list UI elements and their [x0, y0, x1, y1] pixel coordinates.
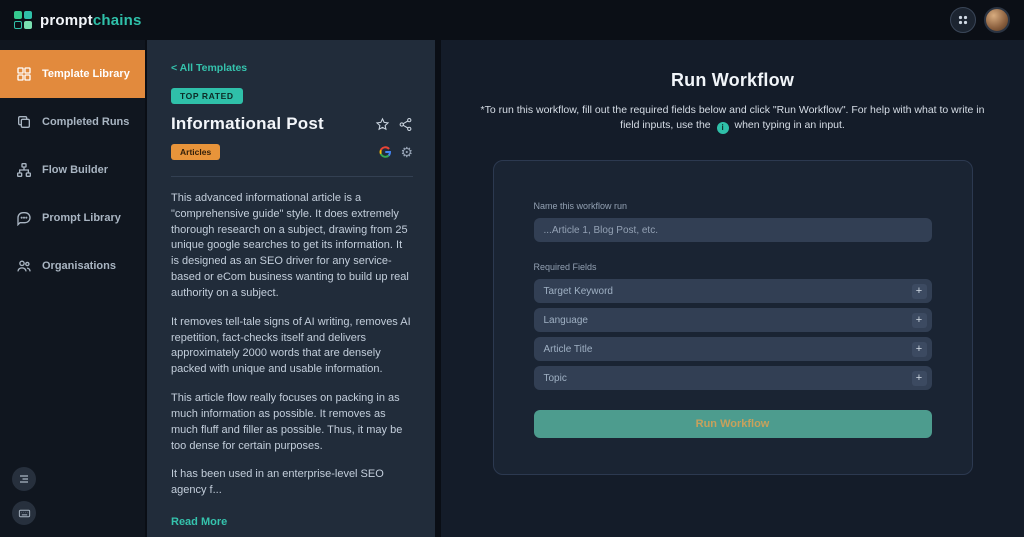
divider: [171, 176, 413, 177]
template-title: Informational Post: [171, 114, 324, 134]
run-name-input[interactable]: [534, 218, 932, 242]
field-placeholder: Language: [544, 315, 589, 326]
run-workflow-panel: Run Workflow *To run this workflow, fill…: [441, 40, 1024, 537]
field-placeholder: Topic: [544, 373, 567, 384]
read-more-link[interactable]: Read More: [171, 516, 227, 528]
share-icon: [398, 117, 413, 132]
brand-logo[interactable]: promptchains: [14, 11, 142, 29]
sidebar-item-prompt-library[interactable]: Prompt Library: [0, 194, 145, 242]
sidebar-item-label: Template Library: [42, 68, 130, 80]
sidebar-item-organisations[interactable]: Organisations: [0, 242, 145, 290]
share-button[interactable]: [398, 117, 413, 132]
people-icon: [16, 258, 32, 274]
header-actions: [950, 7, 1010, 33]
add-field-value-button[interactable]: +: [912, 342, 927, 357]
flow-icon: [16, 162, 32, 178]
info-icon: i: [717, 122, 729, 134]
user-avatar[interactable]: [984, 7, 1010, 33]
chat-icon: [16, 210, 32, 226]
brand-name: promptchains: [40, 12, 142, 29]
category-badge: Articles: [171, 144, 220, 160]
star-icon: [375, 117, 390, 132]
sidebar-item-label: Organisations: [42, 260, 116, 272]
description-paragraph: This article flow really focuses on pack…: [171, 391, 413, 454]
app-window: promptchains Template Library: [0, 0, 1024, 537]
field-topic[interactable]: Topic +: [534, 366, 932, 390]
keyboard-shortcuts-button[interactable]: [12, 501, 36, 525]
subtitle-text-pre: *To run this workflow, fill out the requ…: [481, 104, 985, 131]
keyboard-icon: [18, 507, 31, 520]
run-name-label: Name this workflow run: [534, 201, 932, 211]
description-paragraph: It removes tell-tale signs of AI writing…: [171, 315, 413, 378]
top-rated-badge: TOP RATED: [171, 88, 243, 104]
settings-button[interactable]: ⚙: [400, 145, 413, 159]
description-paragraph: It has been used in an enterprise-level …: [171, 467, 413, 499]
sidebar-item-label: Completed Runs: [42, 116, 129, 128]
field-target-keyword[interactable]: Target Keyword +: [534, 279, 932, 303]
sidebar-item-label: Prompt Library: [42, 212, 121, 224]
template-description: This advanced informational article is a…: [171, 191, 413, 499]
field-language[interactable]: Language +: [534, 308, 932, 332]
add-field-value-button[interactable]: +: [912, 313, 927, 328]
field-article-title[interactable]: Article Title +: [534, 337, 932, 361]
template-detail-panel: < All Templates TOP RATED Informational …: [145, 40, 435, 537]
field-placeholder: Target Keyword: [544, 286, 613, 297]
list-indent-icon: [18, 473, 30, 485]
brand-logo-icon: [14, 11, 32, 29]
gear-icon: ⚙: [400, 145, 413, 159]
sidebar-bottom-actions: [12, 467, 36, 525]
google-icon: [378, 145, 392, 159]
sidebar-item-label: Flow Builder: [42, 164, 108, 176]
run-workflow-card: Name this workflow run Required Fields T…: [493, 160, 973, 475]
sidebar: Template Library Completed Runs Flow Bui…: [0, 40, 145, 537]
run-workflow-button[interactable]: Run Workflow: [534, 410, 932, 438]
subtitle-text-post: when typing in an input.: [735, 119, 845, 131]
apps-menu-button[interactable]: [950, 7, 976, 33]
sidebar-item-flow-builder[interactable]: Flow Builder: [0, 146, 145, 194]
top-bar: promptchains: [0, 0, 1024, 40]
add-field-value-button[interactable]: +: [912, 284, 927, 299]
run-workflow-subtitle: *To run this workflow, fill out the requ…: [471, 103, 994, 134]
apps-grid-icon: [957, 14, 969, 26]
back-to-templates-link[interactable]: < All Templates: [171, 62, 247, 74]
google-integration-button[interactable]: [378, 145, 392, 159]
grid-icon: [16, 66, 32, 82]
sidebar-item-completed-runs[interactable]: Completed Runs: [0, 98, 145, 146]
copy-icon: [16, 114, 32, 130]
description-paragraph: This advanced informational article is a…: [171, 191, 413, 302]
sidebar-item-template-library[interactable]: Template Library: [0, 50, 145, 98]
add-field-value-button[interactable]: +: [912, 371, 927, 386]
favorite-button[interactable]: [375, 117, 390, 132]
required-fields-label: Required Fields: [534, 262, 932, 272]
main-area: Template Library Completed Runs Flow Bui…: [0, 40, 1024, 537]
collapse-sidebar-button[interactable]: [12, 467, 36, 491]
field-placeholder: Article Title: [544, 344, 593, 355]
run-workflow-title: Run Workflow: [471, 70, 994, 91]
